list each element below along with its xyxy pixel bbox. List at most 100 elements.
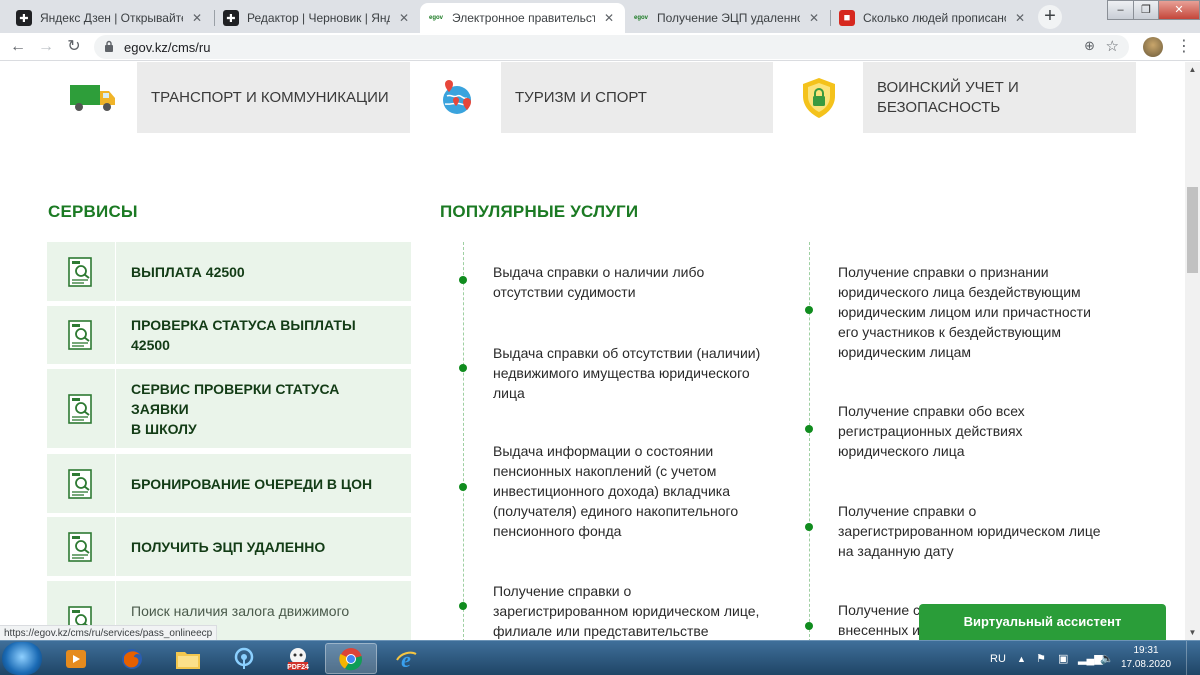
close-icon[interactable]: ✕ [1012,11,1028,25]
popular-service-link[interactable]: Выдача справки о наличии либо отсутствии … [493,262,704,302]
internet-explorer-icon[interactable]: e [380,643,432,674]
page-viewport: ТРАНСПОРТ И КОММУНИКАЦИИ ТУРИЗМ И СПОРТ [0,62,1185,640]
category-transport[interactable]: ТРАНСПОРТ И КОММУНИКАЦИИ [49,62,410,133]
category-military-security[interactable]: ВОИНСКИЙ УЧЕТ И БЕЗОПАСНОСТЬ [775,62,1136,133]
egov-favicon-icon: egov [428,10,444,26]
service-item[interactable]: ВЫПЛАТА 42500 [47,242,411,301]
windows-taskbar: PDF24 e RU ▲ ⚑ ▣ ▂▄▆ 🔈 19:31 17.08.2020 [0,640,1200,675]
category-row: ТРАНСПОРТ И КОММУНИКАЦИИ ТУРИЗМ И СПОРТ [49,62,1136,133]
back-button[interactable]: ← [8,37,28,57]
timeline-dot [805,622,813,630]
tab-title: Электронное правительство Р [452,11,595,25]
timeline-dot [459,364,467,372]
file-explorer-icon[interactable] [162,643,214,674]
browser-tab[interactable]: ■ Сколько людей прописано в к ✕ [831,3,1036,33]
scroll-down-arrow-icon[interactable]: ▼ [1185,625,1200,640]
timeline-dot [459,602,467,610]
popular-service-link[interactable]: Получение справки о зарегистрированном юр… [493,581,759,640]
browser-tab[interactable]: ✚ Редактор | Черновик | Яндекс Д ✕ [215,3,420,33]
browser-tab-active[interactable]: egov Электронное правительство Р ✕ [420,3,625,33]
shield-lock-icon [775,62,863,133]
media-player-icon[interactable] [50,643,102,674]
page-scrollbar[interactable]: ▲ ▼ [1185,62,1200,640]
address-bar[interactable]: egov.kz/cms/ru ⊕ ☆ [94,35,1129,59]
popular-service-line: Получение справки о [838,503,977,519]
timeline-dot [459,483,467,491]
volume-icon[interactable]: 🔈 [1100,641,1114,675]
popular-service-line: лица [493,385,525,401]
firefox-icon[interactable] [106,643,158,674]
reload-button[interactable]: ↻ [64,37,84,57]
popular-service-line: зарегистрированном юридическом лице [838,523,1101,539]
window-close-button[interactable]: ✕ [1158,0,1200,20]
popular-service-link[interactable]: Получение справки обо всех регистрационны… [838,401,1025,461]
service-label: ВЫПЛАТА 42500 [131,263,245,280]
new-tab-button[interactable]: + [1038,5,1062,29]
show-desktop-button[interactable] [1186,641,1200,675]
menu-kebab-icon[interactable]: ⋮ [1176,36,1192,58]
popular-service-link[interactable]: Выдача информации о состоянии пенсионных … [493,441,738,541]
popular-service-line: на заданную дату [838,543,954,559]
lock-icon [105,40,113,52]
tab-title: Получение ЭЦП удаленно | Эл [657,11,800,25]
truck-icon [49,62,137,133]
maximize-button[interactable]: ❐ [1133,0,1159,20]
browser-toolbar: ← → ↻ egov.kz/cms/ru ⊕ ☆ ⋮ [0,33,1200,61]
system-clock[interactable]: 19:31 17.08.2020 [1120,644,1172,672]
language-indicator[interactable]: RU [990,641,1006,675]
timeline-dot [459,276,467,284]
popular-service-line: юридическим лицом или причастности [838,304,1091,320]
network-signal-icon[interactable]: ▂▄▆ [1078,641,1103,675]
svg-text:PDF24: PDF24 [287,664,309,671]
tray-app-icon[interactable]: ▣ [1058,641,1068,675]
show-hidden-icons-icon[interactable]: ▲ [1017,641,1026,675]
add-icon: ✚ [16,10,32,26]
popular-service-line: регистрационных действиях [838,423,1023,439]
popular-service-line: Выдача информации о состоянии [493,443,714,459]
services-heading: СЕРВИСЫ [48,202,138,221]
close-icon[interactable]: ✕ [601,11,617,25]
close-icon[interactable]: ✕ [189,11,205,25]
document-magnifier-icon [47,242,116,301]
forward-button[interactable]: → [36,37,56,57]
close-icon[interactable]: ✕ [396,11,412,25]
add-icon: ✚ [223,10,239,26]
clock-time: 19:31 [1133,645,1159,656]
popular-service-line: филиале или представительстве [493,623,709,639]
browser-tab[interactable]: ✚ Яндекс Дзен | Открывайте нов ✕ [8,3,213,33]
podcast-icon[interactable] [218,643,270,674]
close-icon[interactable]: ✕ [806,11,822,25]
popular-service-line: юридического лица бездействующим [838,284,1081,300]
scroll-up-arrow-icon[interactable]: ▲ [1185,62,1200,77]
category-tourism[interactable]: ТУРИЗМ И СПОРТ [413,62,773,133]
popular-service-line: юридического лица [838,443,965,459]
popular-service-line: его участников к бездействующим [838,324,1061,340]
service-label: СЕРВИС ПРОВЕРКИ СТАТУСА ЗАЯВКИ В ШКОЛУ [131,380,340,437]
popular-service-link[interactable]: Получение справки о признании юридическог… [838,262,1091,362]
browser-tab[interactable]: egov Получение ЭЦП удаленно | Эл ✕ [625,3,830,33]
popular-service-line: юридическим лицам [838,344,972,360]
tab-title: Сколько людей прописано в к [863,11,1006,25]
scrollbar-thumb[interactable] [1187,187,1198,273]
popular-service-line: Получение справки о признании [838,264,1049,280]
popular-service-link[interactable]: Получение с внесенных и [838,600,920,640]
popular-service-link[interactable]: Получение справки о зарегистрированном юр… [838,501,1101,561]
bookmark-star-icon[interactable]: ☆ [1106,37,1119,55]
service-item[interactable]: БРОНИРОВАНИЕ ОЧЕРЕДИ В ЦОН [47,454,411,513]
category-label: ВОИНСКИЙ УЧЕТ И БЕЗОПАСНОСТЬ [863,62,1136,133]
start-button[interactable] [2,642,42,675]
zoom-icon[interactable]: ⊕ [1084,38,1095,54]
timeline-dot [805,306,813,314]
chrome-icon[interactable] [325,643,377,674]
service-item[interactable]: ПРОВЕРКА СТАТУСА ВЫПЛАТЫ 42500 [47,306,411,364]
service-label: ПРОВЕРКА СТАТУСА ВЫПЛАТЫ 42500 [131,317,356,353]
profile-avatar[interactable] [1143,37,1163,57]
egov-favicon-icon: egov [633,10,649,26]
popular-service-link[interactable]: Выдача справки об отсутствии (наличии) не… [493,343,760,403]
virtual-assistant-button[interactable]: Виртуальный ассистент [919,604,1166,640]
pdf24-icon[interactable]: PDF24 [272,643,324,674]
service-item[interactable]: СЕРВИС ПРОВЕРКИ СТАТУСА ЗАЯВКИ В ШКОЛУ [47,369,411,448]
minimize-button[interactable]: – [1107,0,1134,20]
service-item[interactable]: ПОЛУЧИТЬ ЭЦП УДАЛЕННО [47,517,411,576]
flag-icon[interactable]: ⚑ [1036,641,1046,675]
